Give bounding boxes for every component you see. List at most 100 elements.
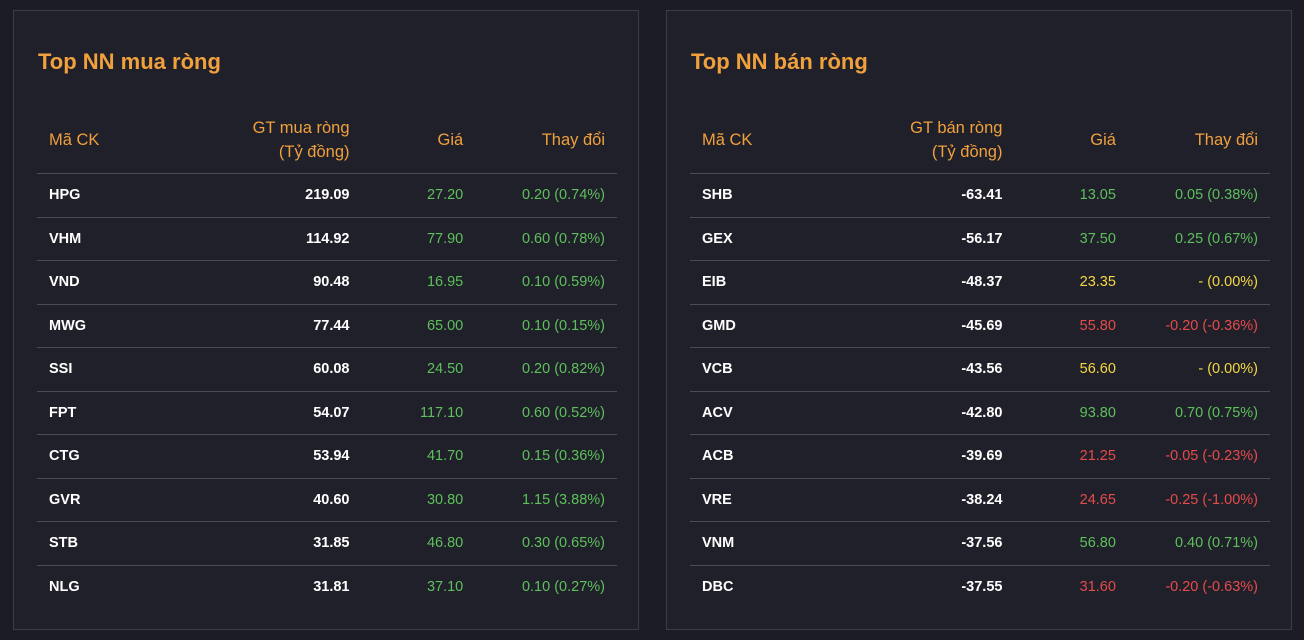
stock-code[interactable]: MWG [37,304,159,348]
net-value: -38.24 [811,478,1015,522]
table-row[interactable]: MWG 77.44 65.00 0.10 (0.15%) [37,304,617,348]
column-header-price[interactable]: Giá [1014,106,1128,174]
table-row[interactable]: HPG 219.09 27.20 0.20 (0.74%) [37,173,617,218]
stock-code[interactable]: VHM [37,217,159,261]
price: 13.05 [1014,173,1128,218]
price-change: 0.05 (0.38%) [1127,173,1270,218]
table-row[interactable]: GVR 40.60 30.80 1.15 (3.88%) [37,478,617,522]
price-change: 0.25 (0.67%) [1127,217,1270,261]
price: 37.50 [1014,217,1128,261]
table-row[interactable]: SSI 60.08 24.50 0.20 (0.82%) [37,347,617,392]
stock-code[interactable]: SSI [37,347,159,392]
column-header-price[interactable]: Giá [361,106,476,174]
net-sell-rows: SHB -63.41 13.05 0.05 (0.38%) GEX -56.17 37.50… [690,173,1270,609]
price: 16.95 [361,260,476,305]
net-value: -45.69 [811,304,1015,348]
column-header-value[interactable]: GT bán ròng (Tỷ đồng) [811,106,1015,174]
stock-code[interactable]: ACB [690,434,811,479]
net-value: 77.44 [158,304,362,348]
table-row[interactable]: VHM 114.92 77.90 0.60 (0.78%) [37,217,617,261]
table-header-row: Mã CK GT mua ròng (Tỷ đồng) Giá Thay đổi [37,106,617,174]
stock-code[interactable]: VCB [690,347,811,392]
table-row[interactable]: VNM -37.56 56.80 0.40 (0.71%) [690,521,1270,566]
stock-code[interactable]: VRE [690,478,811,522]
stock-code[interactable]: CTG [37,434,159,479]
table-row[interactable]: GMD -45.69 55.80 -0.20 (-0.36%) [690,304,1270,348]
table-row[interactable]: STB 31.85 46.80 0.30 (0.65%) [37,521,617,566]
column-header-value[interactable]: GT mua ròng (Tỷ đồng) [158,106,362,174]
price-change: 0.20 (0.82%) [475,347,617,392]
table-row[interactable]: EIB -48.37 23.35- (0.00%) [690,260,1270,305]
price: 27.20 [361,173,476,218]
table-row[interactable]: CTG 53.94 41.70 0.15 (0.36%) [37,434,617,479]
price-change: 1.15 (3.88%) [475,478,617,522]
net-value: -42.80 [811,391,1015,435]
price-change: 0.15 (0.36%) [475,434,617,479]
price: 55.80 [1014,304,1128,348]
price: 77.90 [361,217,476,261]
price: 30.80 [361,478,476,522]
price-change: -0.20 (-0.63%) [1165,578,1258,595]
price-change: 0.30 (0.65%) [475,521,617,566]
price-change: 0.60 (0.78%) [475,217,617,261]
panel-title: Top NN mua ròng [38,49,221,74]
stock-code[interactable]: GMD [690,304,811,348]
stock-code[interactable]: DBC [690,565,811,608]
price: 23.35 [1014,260,1128,305]
table-row[interactable]: ACV -42.80 93.80 0.70 (0.75%) [690,391,1270,435]
net-buy-table: Mã CK GT mua ròng (Tỷ đồng) Giá Thay đổi… [37,106,617,608]
price: 56.80 [1014,521,1128,566]
price: 117.10 [361,391,476,435]
table-row[interactable]: FPT 54.07 117.10 0.60 (0.52%) [37,391,617,435]
stock-code[interactable]: GEX [690,217,811,261]
table-row[interactable]: VCB -43.56 56.60- (0.00%) [690,347,1270,392]
net-value: 60.08 [158,347,362,392]
table-row[interactable]: VRE -38.24 24.65 -0.25 (-1.00%) [690,478,1270,522]
table-row[interactable]: SHB -63.41 13.05 0.05 (0.38%) [690,173,1270,218]
column-header-change[interactable]: Thay đổi [475,106,617,174]
table-row[interactable]: VND 90.48 16.95 0.10 (0.59%) [37,260,617,305]
column-header-change[interactable]: Thay đổi [1127,106,1270,174]
table-row[interactable]: ACB -39.69 21.25 -0.05 (-0.23%) [690,434,1270,479]
net-buy-rows: HPG 219.09 27.20 0.20 (0.74%) VHM 114.92 77.90… [37,173,617,609]
net-value: -63.41 [811,173,1015,218]
column-header-value-line1: GT mua ròng [252,118,350,137]
stock-code[interactable]: VND [37,260,159,305]
stock-code[interactable]: NLG [37,565,158,608]
net-value: 54.07 [158,391,362,435]
price: 24.50 [361,347,476,392]
net-value: 31.81 [313,578,350,595]
price: 41.70 [361,434,476,479]
price: 46.80 [361,521,476,566]
price-change: - (0.00%) [1127,347,1270,392]
table-row[interactable]: NLG 31.81 37.10 0.10 (0.27%) [37,565,617,608]
price-change: -0.05 (-0.23%) [1127,434,1270,479]
price-change: 0.70 (0.75%) [1127,391,1270,435]
price-change: 0.40 (0.71%) [1127,521,1270,566]
table-row[interactable]: GEX -56.17 37.50 0.25 (0.67%) [690,217,1270,261]
table-header-row: Mã CK GT bán ròng (Tỷ đồng) Giá Thay đổi [690,106,1270,174]
price-change: - (0.00%) [1127,260,1270,305]
column-header-code[interactable]: Mã CK [690,106,811,174]
stock-code[interactable]: HPG [37,173,159,218]
price-change: 0.10 (0.15%) [475,304,617,348]
net-value: -56.17 [811,217,1015,261]
net-value: 219.09 [158,173,362,218]
stock-code[interactable]: STB [37,521,159,566]
stock-code[interactable]: ACV [690,391,811,435]
stock-code[interactable]: FPT [37,391,159,435]
column-header-code[interactable]: Mã CK [37,106,159,174]
price: 21.25 [1014,434,1128,479]
column-header-value-line2: (Tỷ đồng) [931,142,1003,161]
net-sell-table: Mã CK GT bán ròng (Tỷ đồng) Giá Thay đổi… [690,106,1270,608]
stock-code[interactable]: VNM [690,521,811,566]
price-change: 0.10 (0.59%) [475,260,617,305]
net-value: 53.94 [158,434,362,479]
net-value: -37.56 [811,521,1015,566]
stock-code[interactable]: GVR [37,478,159,522]
price: 37.10 [426,578,464,595]
stock-code[interactable]: EIB [690,260,811,305]
stock-code[interactable]: SHB [690,173,811,218]
price: 31.60 [1079,578,1116,595]
table-row[interactable]: DBC -37.55 31.60 -0.20 (-0.63%) [690,565,1270,608]
